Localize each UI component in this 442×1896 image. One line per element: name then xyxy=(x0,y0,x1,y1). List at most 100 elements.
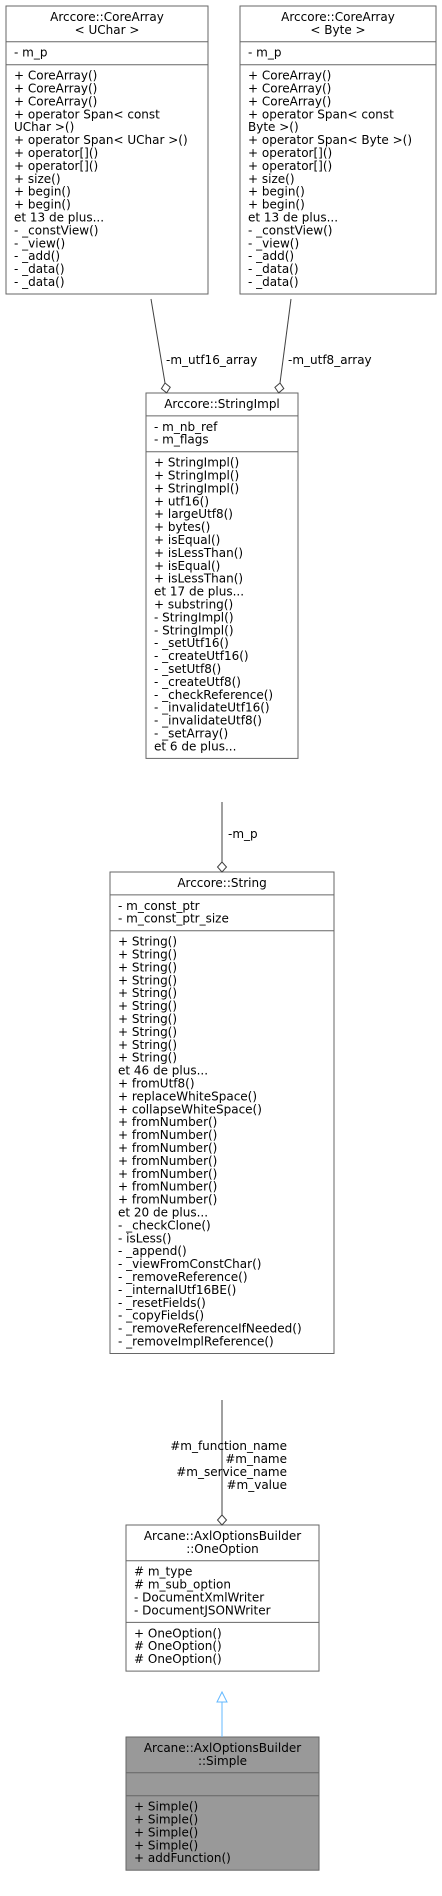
class-method: - StringImpl() xyxy=(154,623,234,637)
class-method: et 13 de plus... xyxy=(248,211,338,225)
class-method: - _createUtf16() xyxy=(154,649,249,663)
class-attribute: - m_const_ptr xyxy=(118,899,200,913)
class-method: + fromNumber() xyxy=(118,1141,217,1155)
class-box-stringimpl[interactable]: Arccore::StringImpl- m_nb_ref- m_flags+ … xyxy=(145,392,299,759)
class-title: ::OneOption xyxy=(186,1542,259,1556)
class-method: - StringImpl() xyxy=(154,610,234,624)
edge-line xyxy=(150,298,166,384)
class-box-oneoption[interactable]: Arcane::AxlOptionsBuilder::OneOption# m_… xyxy=(125,1524,320,1672)
class-method: UChar >() xyxy=(14,120,74,134)
class-method: - _data() xyxy=(14,262,65,276)
class-method: + String() xyxy=(118,999,177,1013)
class-method: + operator Span< Byte >() xyxy=(248,133,412,147)
class-method: + bytes() xyxy=(154,520,210,534)
class-method: + fromNumber() xyxy=(118,1115,217,1129)
class-title: < UChar > xyxy=(75,23,140,37)
class-method: - _resetFields() xyxy=(118,1296,206,1310)
class-method: + replaceWhiteSpace() xyxy=(118,1089,257,1103)
class-method: + isLessThan() xyxy=(154,572,243,586)
class-method: + CoreArray() xyxy=(14,94,97,108)
class-method: + size() xyxy=(14,172,61,186)
class-method: + operator[]() xyxy=(248,146,332,160)
class-method: + CoreArray() xyxy=(248,69,331,83)
aggregation-diamond xyxy=(216,1514,228,1526)
class-method: + String() xyxy=(118,960,177,974)
class-attribute: - m_flags xyxy=(154,433,209,447)
edge-label: #m_value xyxy=(226,1478,287,1492)
class-method: - _setArray() xyxy=(154,727,228,741)
class-method: + begin() xyxy=(248,198,305,212)
class-method: - _setUtf8() xyxy=(154,662,221,676)
class-method: - _append() xyxy=(118,1244,187,1258)
class-method: + String() xyxy=(118,1012,177,1026)
class-method: # OneOption() xyxy=(134,1639,222,1653)
class-method: - _copyFields() xyxy=(118,1309,204,1323)
edge-utf8: -m_utf8_array xyxy=(274,298,372,394)
class-diagram: Arccore::CoreArray< UChar >- m_p+ CoreAr… xyxy=(5,5,437,1871)
edge-label: -m_utf8_array xyxy=(288,353,372,367)
class-box-string[interactable]: Arccore::String- m_const_ptr- m_const_pt… xyxy=(109,871,335,1354)
class-method: + String() xyxy=(118,973,177,987)
class-title: < Byte > xyxy=(310,23,365,37)
class-method: + String() xyxy=(118,935,177,949)
class-method: + utf16() xyxy=(154,494,209,508)
class-method: + addFunction() xyxy=(134,1851,231,1865)
class-method: + isEqual() xyxy=(154,533,220,547)
edge-label: -m_utf16_array xyxy=(166,353,257,367)
class-method: + String() xyxy=(118,986,177,1000)
class-method: + largeUtf8() xyxy=(154,507,233,521)
class-method: - _view() xyxy=(248,236,299,250)
edge-label: #m_service_name xyxy=(176,1465,287,1479)
class-attribute: - DocumentJSONWriter xyxy=(134,1603,271,1617)
class-method: + CoreArray() xyxy=(248,82,331,96)
class-method: + String() xyxy=(118,1051,177,1065)
class-method: + fromNumber() xyxy=(118,1154,217,1168)
class-attribute: # m_sub_option xyxy=(134,1578,231,1592)
class-method: - _add() xyxy=(14,249,60,263)
class-method: + size() xyxy=(248,172,295,186)
class-title: ::Simple xyxy=(198,1754,247,1768)
class-attribute: - DocumentXmlWriter xyxy=(134,1591,264,1605)
class-method: Byte >() xyxy=(248,120,299,134)
class-method: - _add() xyxy=(248,249,294,263)
class-method: - _createUtf8() xyxy=(154,675,241,689)
inheritance-arrow xyxy=(216,1690,228,1703)
class-method: et 20 de plus... xyxy=(118,1206,208,1220)
class-method: + String() xyxy=(118,1025,177,1039)
class-method: + begin() xyxy=(14,185,71,199)
class-method: - _removeImplReference() xyxy=(118,1335,274,1349)
class-method: + operator Span< const xyxy=(248,107,394,121)
class-method: + fromNumber() xyxy=(118,1128,217,1142)
aggregation-diamond xyxy=(160,382,171,394)
class-method: + fromNumber() xyxy=(118,1180,217,1194)
class-method: + fromNumber() xyxy=(118,1193,217,1207)
edge-mp: -m_p xyxy=(216,802,258,873)
class-method: + CoreArray() xyxy=(14,82,97,96)
class-method: + collapseWhiteSpace() xyxy=(118,1102,262,1116)
edge-label: #m_function_name xyxy=(170,1439,287,1453)
class-method: - _checkReference() xyxy=(154,688,273,702)
class-box-simple[interactable]: Arcane::AxlOptionsBuilder::Simple+ Simpl… xyxy=(125,1736,320,1871)
class-attribute: # m_type xyxy=(134,1565,192,1579)
class-method: - _checkClone() xyxy=(118,1218,211,1232)
class-method: - _data() xyxy=(14,275,65,289)
edge-members: #m_function_name#m_name#m_service_name#m… xyxy=(170,1400,287,1526)
class-method: + StringImpl() xyxy=(154,456,239,470)
class-method: + begin() xyxy=(14,198,71,212)
class-box-corearray-byte[interactable]: Arccore::CoreArray< Byte >- m_p+ CoreArr… xyxy=(239,5,437,295)
class-method: - _view() xyxy=(14,236,65,250)
class-method: et 13 de plus... xyxy=(14,211,104,225)
class-method: + StringImpl() xyxy=(154,469,239,483)
class-method: + OneOption() xyxy=(134,1626,222,1640)
class-box-corearray-uchar[interactable]: Arccore::CoreArray< UChar >- m_p+ CoreAr… xyxy=(5,5,209,295)
class-title: Arccore::CoreArray xyxy=(281,10,395,24)
class-method: - _viewFromConstChar() xyxy=(118,1257,261,1271)
class-title: Arccore::String xyxy=(177,876,266,890)
class-method: - _constView() xyxy=(14,223,99,237)
class-title: Arccore::StringImpl xyxy=(164,397,280,411)
edge-label: -m_p xyxy=(228,827,258,841)
class-attribute: - m_nb_ref xyxy=(154,420,218,434)
class-attribute: - m_const_ptr_size xyxy=(118,912,229,926)
class-method: + begin() xyxy=(248,185,305,199)
class-method: - _invalidateUtf8() xyxy=(154,714,262,728)
